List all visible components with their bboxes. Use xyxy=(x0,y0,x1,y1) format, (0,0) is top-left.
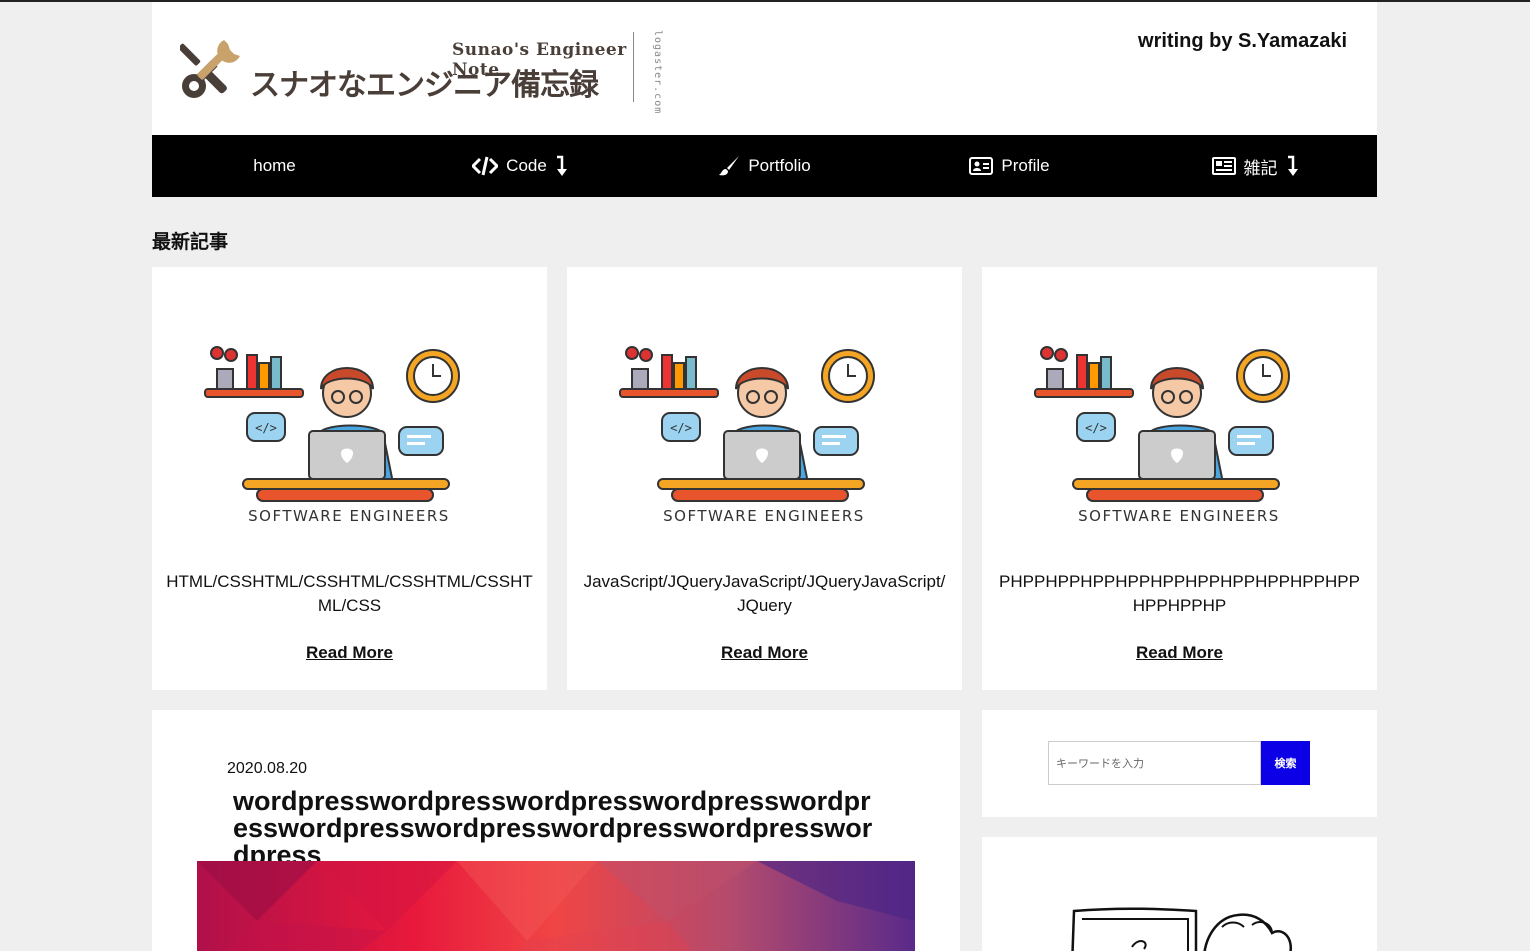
featured-article[interactable]: 2020.08.20 wordpresswordpresswordpresswo… xyxy=(152,710,960,951)
nav-item-profile[interactable]: Profile xyxy=(887,135,1132,197)
nav-item-code[interactable]: Code xyxy=(397,135,642,197)
site-logo[interactable]: Sunao's Engineer Note スナオなエンジニア備忘録 logas… xyxy=(180,30,663,114)
illustration-shelf xyxy=(204,346,304,398)
post-title[interactable]: JavaScript/JQueryJavaScript/JQueryJavaSc… xyxy=(581,570,948,618)
section-title: 最新記事 xyxy=(152,231,229,253)
software-engineer-illustration[interactable]: </> SOFTWARE ENGINEERS xyxy=(197,303,502,523)
illustration-caption: SOFTWARE ENGINEERS xyxy=(663,507,865,523)
logo-divider xyxy=(633,32,634,102)
main-nav: home Code Portfolio Profile 雑記 xyxy=(152,135,1377,197)
read-more-text[interactable]: Read More xyxy=(721,643,808,662)
read-more-link[interactable]: Read More xyxy=(982,643,1377,663)
arrow-down-icon xyxy=(556,155,567,176)
post-title[interactable]: HTML/CSSHTML/CSSHTML/CSSHTML/CSSHTML/CSS xyxy=(166,570,533,618)
wrench-screwdriver-icon xyxy=(180,40,240,98)
article-thumbnail[interactable] xyxy=(197,861,915,951)
illustration-caption: SOFTWARE ENGINEERS xyxy=(248,507,450,523)
nav-item-misc[interactable]: 雑記 xyxy=(1132,135,1377,197)
nav-item-label: Code xyxy=(506,156,547,175)
post-card[interactable]: </> SOFTWARE ENGINEERS PHPPHPPHPPHPPHPPH… xyxy=(982,267,1377,690)
illustration-desk xyxy=(242,478,450,502)
software-engineer-illustration[interactable]: </> SOFTWARE ENGINEERS xyxy=(1027,303,1332,523)
read-more-text[interactable]: Read More xyxy=(306,643,393,662)
nav-item-label: home xyxy=(253,156,296,175)
site-header: Sunao's Engineer Note スナオなエンジニア備忘録 logas… xyxy=(152,2,1377,135)
article-title[interactable]: wordpresswordpresswordpresswordpressword… xyxy=(233,788,883,869)
sidebar-profile-illustration xyxy=(982,837,1377,951)
nav-item-portfolio[interactable]: Portfolio xyxy=(642,135,887,197)
illustration-clock xyxy=(406,349,460,403)
software-engineer-illustration[interactable]: </> SOFTWARE ENGINEERS xyxy=(612,303,917,523)
recent-posts: </> SOFTWARE ENGINEERS HTML/CSSHTML/CSSH… xyxy=(152,267,1377,690)
author-credit: writing by S.Yamazaki xyxy=(1138,30,1347,52)
nav-item-label: Portfolio xyxy=(748,156,811,175)
nav-item-home[interactable]: home xyxy=(152,135,397,197)
arrow-down-icon xyxy=(1287,155,1298,176)
search-input[interactable] xyxy=(1048,741,1261,785)
svg-text:</>: </> xyxy=(1085,421,1107,435)
read-more-link[interactable]: Read More xyxy=(567,643,962,663)
read-more-link[interactable]: Read More xyxy=(152,643,547,663)
sketch-illustration xyxy=(1071,907,1293,951)
page-container: Sunao's Engineer Note スナオなエンジニア備忘録 logas… xyxy=(152,2,1377,951)
code-icon xyxy=(472,156,499,176)
svg-text:</>: </> xyxy=(670,421,692,435)
article-date: 2020.08.20 xyxy=(227,760,308,777)
sidebar: 検索 xyxy=(982,710,1377,951)
nav-item-label: Profile xyxy=(1001,156,1050,175)
post-card[interactable]: </> SOFTWARE ENGINEERS HTML/CSSHTML/CSSH… xyxy=(152,267,547,690)
search-button[interactable]: 検索 xyxy=(1261,741,1310,785)
content-area: 2020.08.20 wordpresswordpresswordpresswo… xyxy=(152,710,1377,951)
svg-text:</>: </> xyxy=(255,421,277,435)
illustration-laptop xyxy=(308,430,386,480)
logo-japanese-text: スナオなエンジニア備忘録 xyxy=(250,68,599,103)
post-title[interactable]: PHPPHPPHPPHPPHPPHPPHPPHPPHPPHPPHPPHPPHP xyxy=(996,570,1363,618)
logo-domain-text: logaster.com xyxy=(652,30,663,115)
brush-icon xyxy=(719,156,740,176)
nav-item-label: 雑記 xyxy=(1243,158,1278,178)
read-more-text[interactable]: Read More xyxy=(1136,643,1223,662)
illustration-caption: SOFTWARE ENGINEERS xyxy=(1078,507,1280,523)
id-card-icon xyxy=(969,157,994,175)
search-widget: 検索 xyxy=(982,710,1377,817)
newspaper-icon xyxy=(1211,157,1236,175)
post-card[interactable]: </> SOFTWARE ENGINEERS JavaScript/JQuery… xyxy=(567,267,962,690)
